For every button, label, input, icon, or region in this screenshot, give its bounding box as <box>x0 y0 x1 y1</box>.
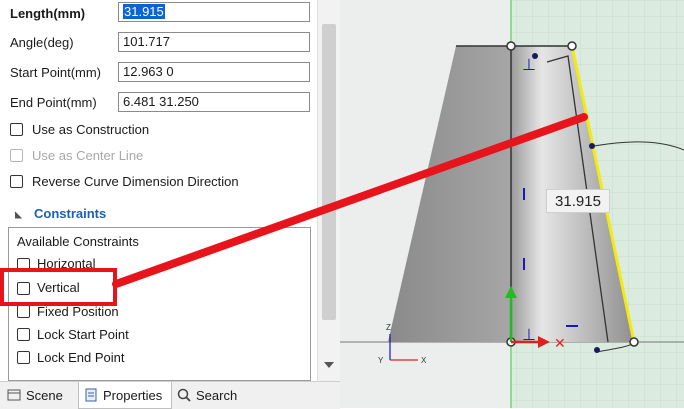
end-point-input[interactable]: 6.481 31.250 <box>118 92 310 112</box>
scroll-down-icon[interactable] <box>324 362 334 368</box>
constraint-fixed-position-label: Fixed Position <box>37 304 119 319</box>
vertex-top-right[interactable] <box>567 41 577 51</box>
start-point-input[interactable]: 12.963 0 <box>118 62 310 82</box>
svg-text:✕: ✕ <box>554 335 566 351</box>
length-value: 31.915 <box>123 4 165 19</box>
use-as-center-line-label: Use as Center Line <box>32 148 144 163</box>
viewport-canvas[interactable]: ⊥ ⊥ ✕ X Y Z <box>340 0 684 408</box>
panel-scrollbar[interactable] <box>317 0 340 381</box>
constraint-lock-end-checkbox[interactable] <box>17 351 30 364</box>
tab-search-label: Search <box>196 387 238 403</box>
length-row: Length(mm) 31.915 <box>0 2 317 24</box>
length-label: Length(mm) <box>10 5 86 21</box>
search-icon <box>177 388 191 402</box>
annotation-highlight-box <box>0 268 117 306</box>
scrollbar-thumb[interactable] <box>322 24 336 320</box>
start-point-label: Start Point(mm) <box>10 64 102 80</box>
dimension-value-label[interactable]: 31.915 <box>546 189 610 213</box>
collapse-chevron-icon[interactable] <box>13 210 23 220</box>
tab-properties[interactable]: Properties <box>78 382 172 409</box>
scene-icon <box>7 389 21 401</box>
angle-label: Angle(deg) <box>10 34 74 50</box>
cad-viewport[interactable]: ⊥ ⊥ ✕ X Y Z <box>340 0 684 408</box>
tab-scene-label: Scene <box>26 387 63 403</box>
angle-input[interactable]: 101.717 <box>118 32 310 52</box>
tab-properties-label: Properties <box>103 387 163 403</box>
triad-z-label: Z <box>386 323 391 332</box>
constraint-lock-start-label: Lock Start Point <box>37 327 129 342</box>
constraint-lock-end-label: Lock End Point <box>37 350 125 365</box>
available-constraints-label: Available Constraints <box>17 234 139 249</box>
tab-search[interactable]: Search <box>176 382 246 408</box>
tab-scene[interactable]: Scene <box>6 382 72 408</box>
use-as-center-line-checkbox[interactable] <box>10 149 23 162</box>
start-point-row: Start Point(mm) 12.963 0 <box>0 61 317 83</box>
reverse-dimension-checkbox[interactable] <box>10 175 23 188</box>
end-point-row: End Point(mm) 6.481 31.250 <box>0 91 317 113</box>
reverse-dimension-label: Reverse Curve Dimension Direction <box>32 174 239 189</box>
panel-tabs: Scene Properties Search <box>0 381 340 409</box>
properties-icon <box>85 388 97 402</box>
svg-text:⊥: ⊥ <box>522 57 536 74</box>
use-as-construction-label: Use as Construction <box>32 122 150 137</box>
use-as-construction-checkbox[interactable] <box>10 123 23 136</box>
constraint-fixed-position-checkbox[interactable] <box>17 305 30 318</box>
triad-x-label: X <box>421 356 427 365</box>
constraints-title: Constraints <box>34 206 107 221</box>
constraint-lock-start-checkbox[interactable] <box>17 328 30 341</box>
triad-y-label: Y <box>378 356 384 365</box>
angle-row: Angle(deg) 101.717 <box>0 31 317 53</box>
length-input[interactable]: 31.915 <box>118 2 310 22</box>
end-point-label: End Point(mm) <box>10 94 97 110</box>
vertex-bottom-right[interactable] <box>629 337 639 347</box>
vertex-top-left[interactable] <box>506 41 516 51</box>
properties-panel: Length(mm) 31.915 Angle(deg) 101.717 Sta… <box>0 0 340 409</box>
